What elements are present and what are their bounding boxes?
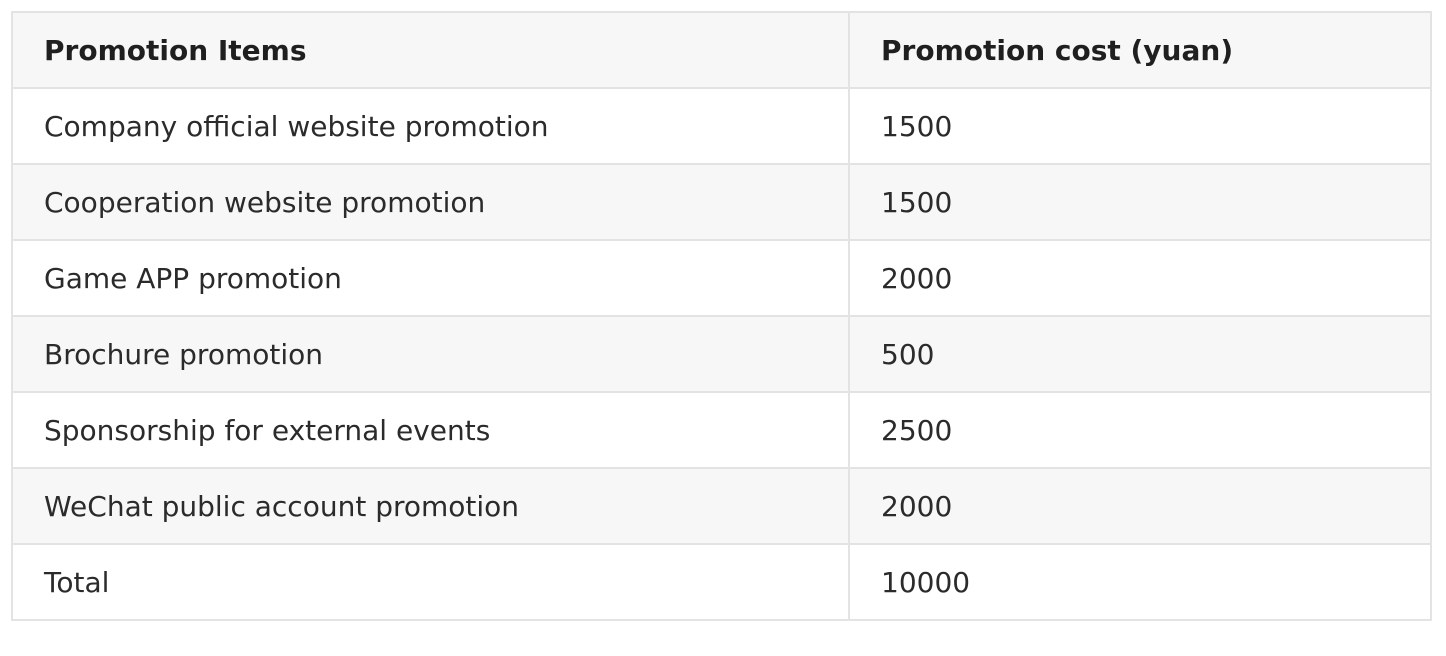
- table-row: Brochure promotion 500: [11, 315, 1432, 393]
- table-row: Sponsorship for external events 2500: [11, 391, 1432, 469]
- cell-promotion-cost: 1500: [848, 87, 1432, 165]
- table-row: Cooperation website promotion 1500: [11, 163, 1432, 241]
- cell-promotion-cost: 500: [848, 315, 1432, 393]
- total-row: Total 10000: [11, 543, 1432, 621]
- cell-promotion-item: Sponsorship for external events: [11, 391, 850, 469]
- cell-promotion-item: Company official website promotion: [11, 87, 850, 165]
- promotion-cost-table: Promotion Items Promotion cost (yuan) Co…: [11, 11, 1432, 621]
- table-body: Company official website promotion 1500 …: [11, 87, 1432, 621]
- table-header: Promotion Items Promotion cost (yuan): [11, 11, 1432, 89]
- cell-promotion-item: Brochure promotion: [11, 315, 850, 393]
- cell-promotion-item: Game APP promotion: [11, 239, 850, 317]
- header-row: Promotion Items Promotion cost (yuan): [11, 11, 1432, 89]
- cell-promotion-cost: 2000: [848, 239, 1432, 317]
- header-promotion-items: Promotion Items: [11, 11, 850, 89]
- table-row: Game APP promotion 2000: [11, 239, 1432, 317]
- cell-promotion-item: WeChat public account promotion: [11, 467, 850, 545]
- header-promotion-cost: Promotion cost (yuan): [848, 11, 1432, 89]
- cell-promotion-cost: 1500: [848, 163, 1432, 241]
- table-row: Company official website promotion 1500: [11, 87, 1432, 165]
- cell-total-label: Total: [11, 543, 850, 621]
- promotion-cost-table-container: Promotion Items Promotion cost (yuan) Co…: [11, 11, 1432, 621]
- cell-promotion-item: Cooperation website promotion: [11, 163, 850, 241]
- table-row: WeChat public account promotion 2000: [11, 467, 1432, 545]
- cell-promotion-cost: 2000: [848, 467, 1432, 545]
- cell-promotion-cost: 2500: [848, 391, 1432, 469]
- cell-total-cost: 10000: [848, 543, 1432, 621]
